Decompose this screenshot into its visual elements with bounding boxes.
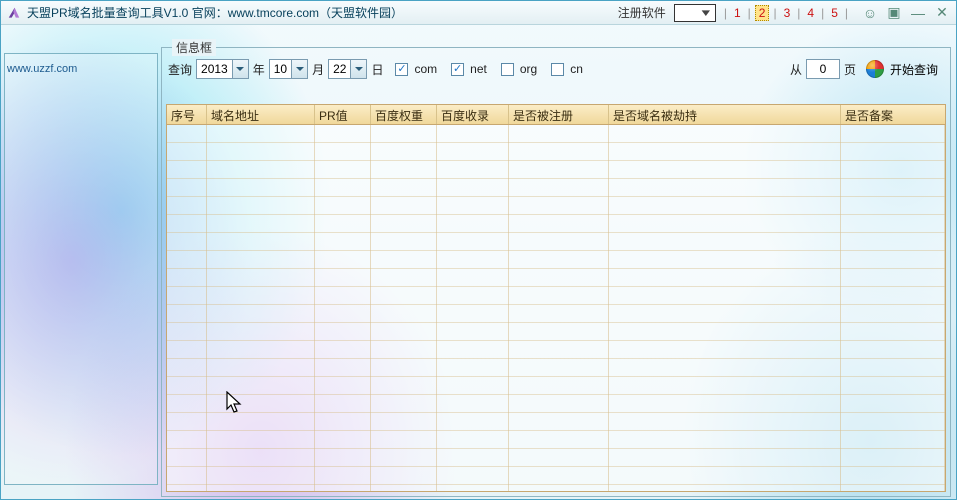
tld-net-checkbox[interactable] — [451, 63, 464, 76]
page-2[interactable]: 2 — [755, 5, 770, 21]
year-select[interactable]: 2013 — [196, 59, 249, 79]
table-gridlines — [167, 125, 945, 491]
col-beian[interactable]: 是否备案 — [841, 105, 945, 124]
year-value: 2013 — [197, 62, 232, 76]
col-registered[interactable]: 是否被注册 — [509, 105, 609, 124]
chevron-down-icon — [350, 60, 366, 78]
col-domain[interactable]: 域名地址 — [207, 105, 315, 124]
tld-cn-checkbox[interactable] — [551, 63, 564, 76]
table-body[interactable] — [167, 125, 945, 491]
chevron-down-icon — [699, 6, 713, 20]
tld-com-label: com — [414, 62, 437, 76]
windows-flag-icon — [866, 60, 884, 78]
page-unit: 页 — [844, 61, 856, 78]
tld-org-checkbox[interactable] — [501, 63, 514, 76]
month-unit: 月 — [312, 61, 324, 78]
minimize-icon[interactable]: — — [910, 5, 926, 21]
month-value: 10 — [270, 62, 291, 76]
info-fieldset: 信息框 查询 2013 年 10 月 22 日 com net org — [161, 47, 951, 497]
start-query-button[interactable]: 开始查询 — [860, 58, 944, 80]
register-label: 注册软件 — [618, 4, 666, 21]
col-baidu-weight[interactable]: 百度权重 — [371, 105, 437, 124]
day-select[interactable]: 22 — [328, 59, 367, 79]
month-select[interactable]: 10 — [269, 59, 308, 79]
day-value: 22 — [329, 62, 350, 76]
tld-cn-label: cn — [570, 62, 583, 76]
from-page-input[interactable]: 0 — [806, 59, 840, 79]
watermark-text: www.uzzf.com — [7, 63, 77, 75]
page-3[interactable]: 3 — [781, 6, 794, 20]
table-header: 序号 域名地址 PR值 百度权重 百度收录 是否被注册 是否域名被劫持 是否备案 — [167, 105, 945, 125]
register-select[interactable] — [674, 4, 716, 22]
day-unit: 日 — [371, 61, 383, 78]
info-legend: 信息框 — [172, 39, 216, 56]
query-row: 查询 2013 年 10 月 22 日 com net org cn 从 — [162, 48, 950, 84]
titlebar: 天盟PR域名批量查询工具V1.0 官网：www.tmcore.com（天盟软件园… — [1, 1, 956, 25]
query-label: 查询 — [168, 61, 192, 78]
app-logo-icon — [7, 6, 21, 20]
chevron-down-icon — [232, 60, 248, 78]
mouse-cursor-icon — [223, 391, 243, 417]
chevron-down-icon — [291, 60, 307, 78]
page-1[interactable]: 1 — [731, 6, 744, 20]
year-unit: 年 — [253, 61, 265, 78]
col-baidu-index[interactable]: 百度收录 — [437, 105, 509, 124]
col-pr[interactable]: PR值 — [315, 105, 371, 124]
pagination: | 1 | 2 | 3 | 4 | 5 | — [724, 5, 848, 21]
results-table: 序号 域名地址 PR值 百度权重 百度收录 是否被注册 是否域名被劫持 是否备案 — [166, 104, 946, 492]
tray-icon[interactable]: ▣ — [886, 5, 902, 21]
tld-com-checkbox[interactable] — [395, 63, 408, 76]
col-index[interactable]: 序号 — [167, 105, 207, 124]
help-icon[interactable]: ☺ — [862, 5, 878, 21]
page-5[interactable]: 5 — [828, 6, 841, 20]
tld-net-label: net — [470, 62, 487, 76]
col-hijacked[interactable]: 是否域名被劫持 — [609, 105, 841, 124]
tld-org-label: org — [520, 62, 537, 76]
from-label: 从 — [790, 61, 802, 78]
page-4[interactable]: 4 — [804, 6, 817, 20]
window-title: 天盟PR域名批量查询工具V1.0 官网：www.tmcore.com（天盟软件园… — [27, 4, 403, 21]
left-panel — [4, 53, 158, 485]
close-icon[interactable]: ✕ — [934, 5, 950, 21]
start-query-label: 开始查询 — [890, 61, 938, 78]
